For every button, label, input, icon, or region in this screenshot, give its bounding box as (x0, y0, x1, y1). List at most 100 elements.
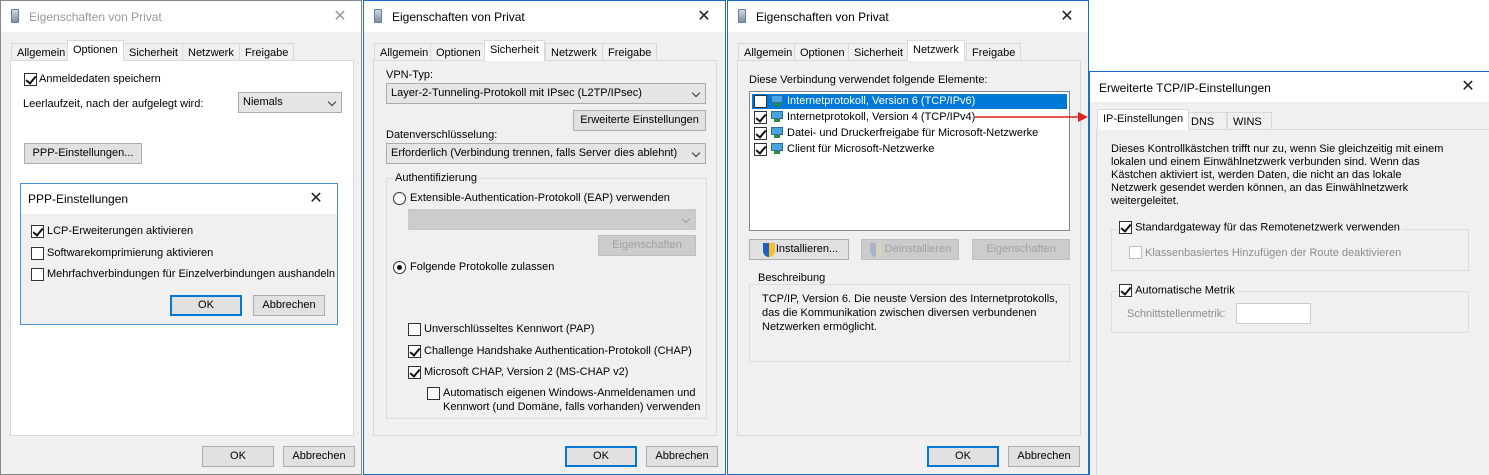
eap-properties-button: Eigenschaften (598, 235, 696, 256)
tab-panel: Diese Verbindung verwendet folgende Elem… (737, 60, 1081, 436)
ok-button[interactable]: OK (927, 446, 999, 467)
protocol-icon (770, 111, 784, 123)
multilink-checkbox[interactable] (31, 268, 44, 281)
window-title: Erweiterte TCP/IP-Einstellungen (1099, 81, 1271, 95)
eap-select (408, 209, 696, 230)
ipv4-label: Internetprotokoll, Version 4 (TCP/IPv4) (787, 111, 976, 123)
title-bar[interactable]: Erweiterte TCP/IP-Einstellungen ✕ (1090, 72, 1489, 102)
ipv4-checkbox[interactable] (754, 111, 767, 124)
tab-dns[interactable]: DNS (1185, 112, 1227, 130)
protocol-icon (770, 95, 784, 107)
vpn-type-select[interactable]: Layer-2-Tunneling-Protokoll mit IPsec (L… (386, 83, 706, 104)
connection-icon (374, 9, 382, 23)
tab-freigabe[interactable]: Freigabe (966, 43, 1022, 61)
save-credentials-checkbox[interactable] (24, 73, 37, 86)
cancel-button[interactable]: Abbrechen (253, 295, 325, 316)
tab-optionen[interactable]: Optionen (67, 40, 124, 61)
software-compression-checkbox[interactable] (31, 247, 44, 260)
chevron-down-icon (691, 148, 701, 158)
elements-list[interactable]: Internetprotokoll, Version 6 (TCP/IPv6) … (749, 91, 1070, 231)
classbased-route-checkbox (1129, 246, 1142, 259)
description-text-line-2: das die Kommunikation zwischen diversen … (762, 307, 1037, 319)
autologon-checkbox[interactable] (427, 387, 440, 400)
close-icon[interactable]: ✕ (1447, 72, 1489, 102)
tab-optionen[interactable]: Optionen (430, 43, 487, 61)
install-button[interactable]: Installieren... (749, 239, 849, 260)
software-compression-label: Softwarekomprimierung aktivieren (47, 247, 214, 259)
chap-checkbox[interactable] (408, 345, 421, 358)
ok-button[interactable]: OK (565, 446, 637, 467)
tab-netzwerk[interactable]: Netzwerk (545, 43, 603, 61)
uninstall-button: Deinstallieren (861, 239, 959, 260)
connection-icon (11, 9, 19, 23)
dialog-network: Eigenschaften von Privat ✕ Allgemein Opt… (727, 0, 1089, 475)
cancel-button[interactable]: Abbrechen (1008, 446, 1080, 467)
network-service-icon (770, 127, 784, 139)
info-text-line-2: lokalen und einem Einwählnetzwerk verbun… (1111, 156, 1420, 168)
ms-client-label: Client für Microsoft-Netzwerke (787, 143, 935, 155)
automatic-metric-checkbox[interactable] (1119, 284, 1132, 297)
tab-allgemein[interactable]: Allgemein (11, 43, 72, 61)
ppp-settings-button[interactable]: PPP-Einstellungen... (24, 143, 142, 164)
tab-wins[interactable]: WINS (1227, 112, 1272, 130)
allow-protocols-label: Folgende Protokolle zulassen (410, 261, 555, 273)
tab-ip-settings[interactable]: IP-Einstellungen (1097, 109, 1190, 130)
classbased-route-label: Klassenbasiertes Hinzufügen der Route de… (1145, 247, 1402, 259)
mschap-checkbox[interactable] (408, 366, 421, 379)
automatic-metric-label: Automatische Metrik (1135, 284, 1235, 297)
gateway-group-header: Standardgateway für das Remotenetzwerk v… (1117, 221, 1402, 237)
tab-allgemein[interactable]: Allgemein (738, 43, 799, 61)
allow-protocols-radio[interactable] (393, 261, 406, 274)
close-icon[interactable]: ✕ (319, 1, 361, 32)
idle-time-select[interactable]: Niemals (238, 92, 342, 113)
info-text-line-5: weitergeleitet. (1111, 195, 1179, 207)
pap-checkbox[interactable] (408, 323, 421, 336)
advanced-settings-button[interactable]: Erweiterte Einstellungen (573, 110, 706, 131)
vpn-type-label: VPN-Typ: (386, 69, 434, 81)
tab-sicherheit[interactable]: Sicherheit (123, 43, 184, 61)
ok-button[interactable]: OK (170, 295, 242, 316)
tab-sicherheit[interactable]: Sicherheit (848, 43, 909, 61)
tab-panel: VPN-Typ: Layer-2-Tunneling-Protokoll mit… (373, 60, 717, 436)
close-icon[interactable]: ✕ (295, 184, 337, 214)
window-title: Eigenschaften von Privat (392, 10, 525, 24)
ok-button[interactable]: OK (202, 446, 274, 467)
encryption-value: Erforderlich (Verbindung trennen, falls … (391, 147, 678, 159)
tab-optionen[interactable]: Optionen (794, 43, 851, 61)
encryption-select[interactable]: Erforderlich (Verbindung trennen, falls … (386, 143, 706, 164)
lcp-extensions-checkbox[interactable] (31, 225, 44, 238)
tab-allgemein[interactable]: Allgemein (374, 43, 435, 61)
ms-client-checkbox[interactable] (754, 143, 767, 156)
properties-button: Eigenschaften (972, 239, 1070, 260)
uac-shield-icon (870, 243, 882, 257)
tab-freigabe[interactable]: Freigabe (602, 43, 658, 61)
tab-freigabe[interactable]: Freigabe (239, 43, 295, 61)
info-text-line-4: Netzwerk gesendet werden können, an das … (1111, 182, 1409, 194)
gateway-label: Standardgateway für das Remotenetzwerk v… (1135, 221, 1400, 234)
pap-label: Unverschlüsseltes Kennwort (PAP) (424, 323, 595, 335)
tab-netzwerk[interactable]: Netzwerk (907, 40, 965, 61)
idle-time-value: Niemals (243, 96, 283, 108)
description-group-label: Beschreibung (756, 272, 828, 284)
title-bar[interactable]: Eigenschaften von Privat ✕ (1, 1, 361, 32)
title-bar[interactable]: Eigenschaften von Privat ✕ (728, 1, 1088, 32)
autologon-label-line-2: Kennwort (und Domäne, falls vorhanden) v… (443, 401, 701, 413)
title-bar[interactable]: Eigenschaften von Privat ✕ (364, 1, 725, 32)
tab-sicherheit[interactable]: Sicherheit (484, 40, 545, 61)
multilink-label: Mehrfachverbindungen für Einzelverbindun… (47, 268, 336, 280)
file-printer-sharing-checkbox[interactable] (754, 127, 767, 140)
cancel-button[interactable]: Abbrechen (283, 446, 355, 467)
close-icon[interactable]: ✕ (1046, 1, 1088, 32)
tab-netzwerk[interactable]: Netzwerk (182, 43, 240, 61)
chevron-down-icon (681, 214, 691, 224)
eap-radio[interactable] (393, 192, 406, 205)
cancel-button[interactable]: Abbrechen (646, 446, 718, 467)
gateway-checkbox[interactable] (1119, 221, 1132, 234)
title-bar[interactable]: PPP-Einstellungen ✕ (21, 184, 337, 214)
metric-group-header: Automatische Metrik (1117, 284, 1237, 300)
close-icon[interactable]: ✕ (683, 1, 725, 32)
ipv6-checkbox[interactable] (754, 95, 767, 108)
dialog-ppp-settings: PPP-Einstellungen ✕ LCP-Erweiterungen ak… (20, 183, 338, 325)
description-text-line-1: TCP/IP, Version 6. Die neuste Version de… (762, 293, 1058, 305)
file-printer-sharing-label: Datei- und Druckerfreigabe für Microsoft… (787, 127, 1039, 139)
